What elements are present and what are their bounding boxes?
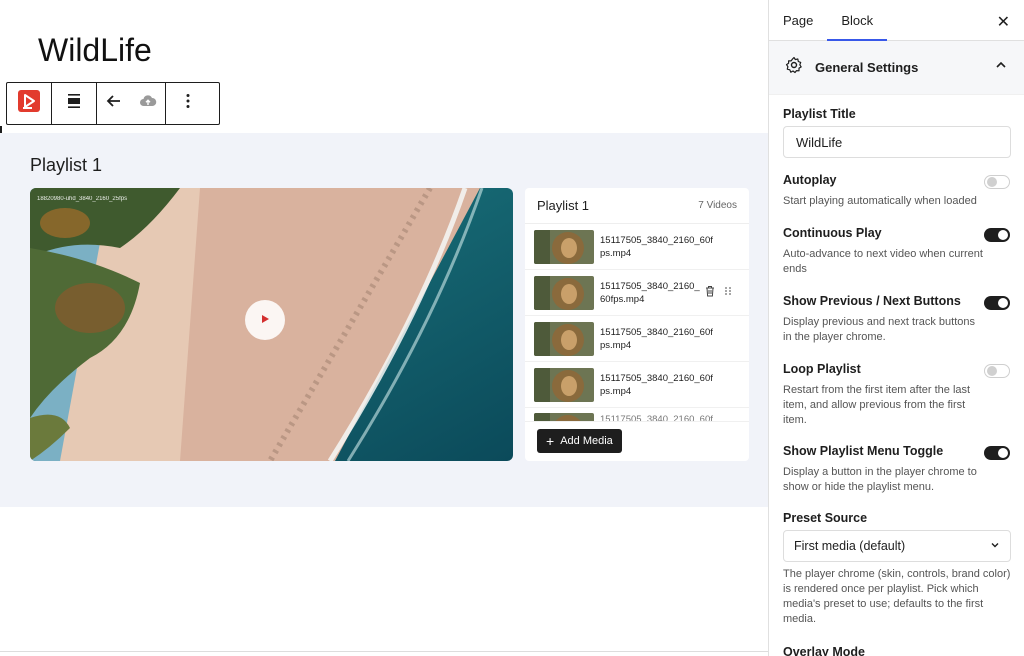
continuous-play-description: Auto-advance to next video when current … [783,248,983,275]
tab-block[interactable]: Block [827,0,887,41]
video-player[interactable]: 18820980-uhd_3840_2160_25fps [30,188,513,461]
loop-playlist-description: Restart from the first item after the la… [783,384,971,426]
more-options-button[interactable] [166,83,210,124]
close-icon[interactable]: ✕ [997,12,1010,32]
continuous-play-toggle[interactable] [984,228,1010,242]
actions-group [97,83,166,124]
gear-icon [785,56,803,79]
back-button[interactable] [97,83,131,124]
editor-canvas: WildLife Playlist 1 18820980-uhd_3840_21… [0,0,768,656]
playlist-title-label: Playlist Title [783,107,856,121]
playlist-item-name: 15117505_3840_2160_60fps.mp4 [600,414,713,422]
lion-thumbnail [534,229,594,264]
continuous-play-setting: Continuous Play [783,226,1010,242]
autoplay-label: Autoplay [783,173,837,187]
align-group [52,83,97,124]
playlist-block-icon [18,90,40,117]
chevron-down-icon [990,539,1000,553]
lion-thumbnail [534,321,594,356]
video-filename-overlay: 18820980-uhd_3840_2160_25fps [37,196,128,202]
upload-button[interactable] [131,83,165,124]
play-icon [260,311,270,329]
panel-title: General Settings [815,60,919,75]
play-button[interactable] [245,300,285,340]
lion-thumbnail [534,413,594,421]
arrow-left-icon [105,92,123,115]
prev-next-description: Display previous and next track buttons … [783,316,975,343]
playlist-item-name: 15117505_3840_2160_60fps.mp4 [600,372,713,397]
playlist-item[interactable]: 15117505_3840_2160_60fps.mp4 [525,316,749,362]
playlist-item-name: 15117505_3840_2160_60fps.mp4 [600,234,713,259]
toggle-knob [998,298,1008,308]
block-type-group [7,83,52,124]
add-media-button[interactable]: + Add Media [537,429,622,453]
lion-thumbnail [534,367,594,402]
playlist-block-button[interactable] [7,83,51,124]
loop-playlist-toggle[interactable] [984,364,1010,378]
preset-source-value: First media (default) [794,539,906,553]
general-settings-panel: Playlist Title Autoplay Start playing au… [769,107,1024,656]
tab-page[interactable]: Page [769,0,827,41]
page-title[interactable]: WildLife [38,32,152,69]
toggle-knob [987,177,997,187]
menu-toggle-setting: Show Playlist Menu Toggle [783,444,1010,460]
block-toolbar [6,82,220,125]
playlist-panel-header: Playlist 1 7 Videos [525,188,749,224]
playlist-heading[interactable]: Playlist 1 [30,155,102,176]
preset-source-select[interactable]: First media (default) [783,530,1011,562]
playlist-item-name: 15117505_3840_2160_60fps.mp4 [600,280,700,305]
playlist-item[interactable]: 15117505_3840_2160_60fps.mp4 [525,362,749,408]
playlist-panel: Playlist 1 7 Videos 15117505_3840_2160_6… [525,188,749,461]
toggle-knob [998,230,1008,240]
continuous-play-label: Continuous Play [783,226,882,240]
preset-source-label: Preset Source [783,511,868,525]
add-media-label: Add Media [560,435,613,447]
toggle-knob [998,448,1008,458]
toggle-knob [987,366,997,376]
menu-toggle-description: Display a button in the player chrome to… [783,466,977,493]
plus-icon: + [546,433,555,449]
menu-toggle-label: Show Playlist Menu Toggle [783,444,944,458]
prev-next-label: Show Previous / Next Buttons [783,294,961,308]
loop-playlist-label: Loop Playlist [783,362,861,376]
lion-thumbnail [534,275,594,310]
prev-next-setting: Show Previous / Next Buttons [783,294,1010,310]
autoplay-toggle[interactable] [984,175,1010,189]
playlist-video-count: 7 Videos [698,200,737,211]
playlist-title-input[interactable] [783,126,1011,158]
cloud-upload-icon [139,92,157,115]
trash-icon[interactable] [704,284,716,302]
settings-sidebar: Page Block ✕ General Settings Playlist T… [768,0,1024,656]
general-settings-header[interactable]: General Settings [769,41,1024,95]
playlist-item[interactable]: 15117505_3840_2160_60fps.mp4 [525,270,749,316]
overlay-mode-label: Overlay Mode [783,645,865,656]
playlist-item[interactable]: 15117505_3840_2160_60fps.mp4 [525,408,749,422]
chevron-up-icon[interactable] [994,58,1008,77]
drag-handle-icon[interactable] [724,284,732,302]
align-button[interactable] [52,83,96,124]
playlist-item[interactable]: 15117505_3840_2160_60fps.mp4 [525,224,749,270]
autoplay-setting: Autoplay [783,173,1010,189]
autoplay-description: Start playing automatically when loaded [783,195,977,207]
divider [0,651,768,652]
align-icon [65,92,83,115]
playlist-item-tools [704,284,732,302]
playlist-item-name: 15117505_3840_2160_60fps.mp4 [600,326,713,351]
more-vertical-icon [179,92,197,115]
options-group [166,83,210,124]
sidebar-tabs: Page Block ✕ [769,0,1024,41]
menu-toggle-toggle[interactable] [984,446,1010,460]
preset-help-text: The player chrome (skin, controls, brand… [783,568,1011,625]
playlist-panel-title: Playlist 1 [537,198,590,213]
loop-playlist-setting: Loop Playlist [783,362,1010,378]
prev-next-toggle[interactable] [984,296,1010,310]
